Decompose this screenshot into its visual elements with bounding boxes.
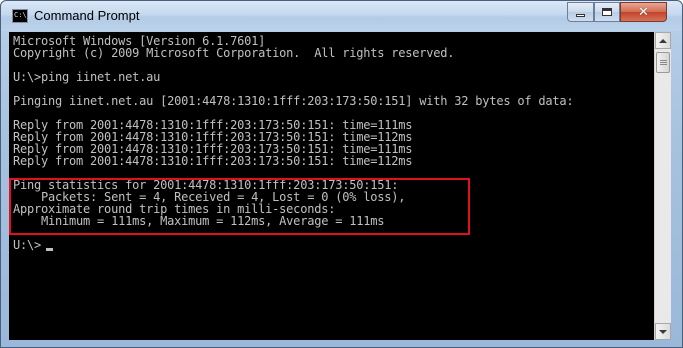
vertical-scrollbar[interactable] — [654, 32, 671, 340]
grip-line — [660, 60, 667, 61]
command-prompt-icon[interactable]: C:\_ — [12, 9, 31, 23]
close-button[interactable]: ✕ — [620, 2, 667, 22]
icon-text: C:\_ — [14, 11, 31, 19]
console-line: U:\>ping iinet.net.au — [13, 70, 161, 84]
grip-line — [660, 64, 667, 65]
arrow-down-icon — [659, 329, 667, 334]
console-line: Copyright (c) 2009 Microsoft Corporation… — [13, 46, 455, 60]
minimize-icon — [576, 14, 585, 17]
console-output[interactable]: Microsoft Windows [Version 6.1.7601] Cop… — [9, 32, 654, 340]
maximize-icon — [602, 8, 612, 16]
text-cursor — [46, 248, 53, 251]
ping-statistics-highlight-box — [9, 178, 470, 235]
scroll-down-button[interactable] — [655, 323, 671, 340]
scroll-up-button[interactable] — [655, 32, 671, 49]
command-prompt-window: C:\_ Command Prompt ✕ Microsoft Windows … — [0, 0, 683, 348]
title-bar[interactable]: C:\_ Command Prompt ✕ — [1, 1, 682, 31]
window-bottom-border — [1, 340, 682, 348]
prompt-line: U:\> — [13, 238, 42, 252]
minimize-button[interactable] — [567, 2, 594, 22]
window-title: Command Prompt — [34, 8, 140, 23]
console-line: Reply from 2001:4478:1310:1fff:203:173:5… — [13, 154, 413, 168]
close-icon: ✕ — [638, 4, 649, 20]
grip-line — [660, 62, 667, 63]
arrow-up-icon — [659, 38, 667, 43]
scrollbar-thumb[interactable] — [656, 52, 670, 73]
console-line: Pinging iinet.net.au [2001:4478:1310:1ff… — [13, 94, 574, 108]
maximize-button[interactable] — [594, 2, 620, 22]
